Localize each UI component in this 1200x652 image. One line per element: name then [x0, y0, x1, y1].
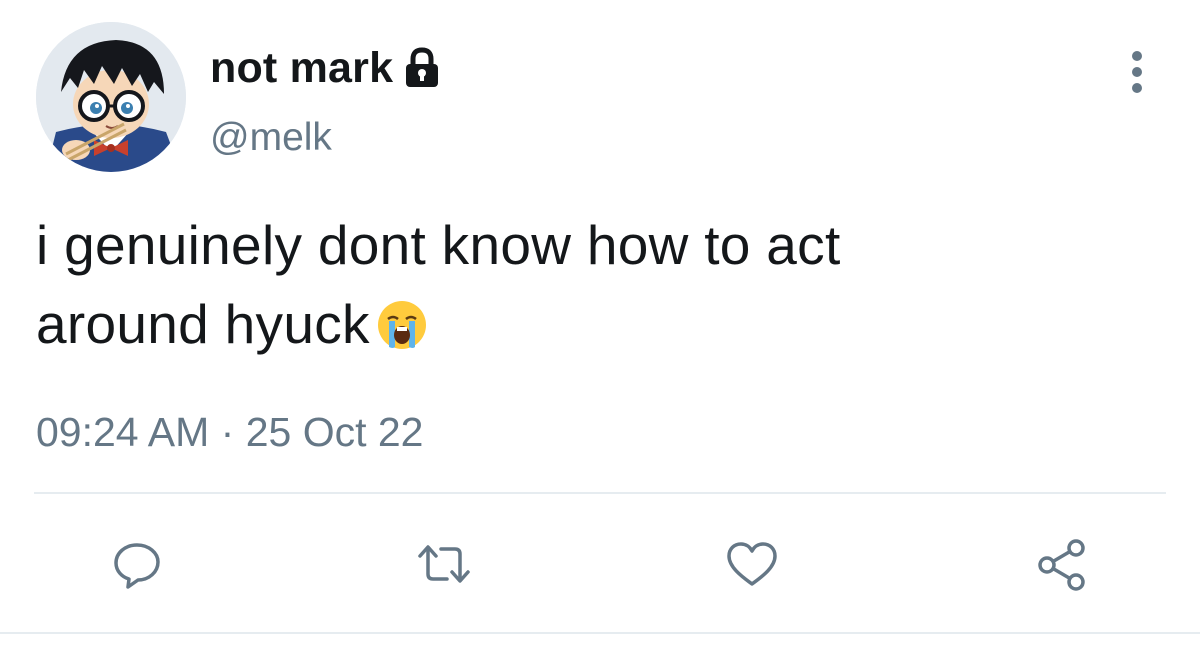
avatar[interactable]	[36, 22, 186, 172]
display-name-row: not mark	[210, 40, 441, 96]
timestamp-separator: ·	[220, 409, 235, 455]
reply-button[interactable]	[105, 532, 169, 596]
retweet-button[interactable]	[412, 532, 476, 596]
tweet-actions-bar	[0, 532, 1200, 596]
more-options-icon[interactable]	[1122, 48, 1152, 96]
tweet-text-line-1: i genuinely dont know how to act	[36, 214, 841, 276]
loudly-crying-face-emoji-icon	[376, 293, 428, 349]
tweet-text-line-2: around hyuck	[36, 285, 1156, 364]
share-icon	[1038, 539, 1085, 591]
display-name[interactable]: not mark	[210, 46, 393, 90]
divider	[34, 492, 1166, 494]
heart-icon	[727, 542, 777, 586]
reply-icon	[114, 543, 160, 589]
anime-avatar-icon	[36, 22, 186, 172]
share-button[interactable]	[1030, 532, 1094, 596]
tweet-time: 09:24 AM	[36, 409, 210, 455]
tweet-text: i genuinely dont know how to act around …	[36, 206, 1156, 364]
tweet-date: 25 Oct 22	[245, 409, 424, 455]
tweet-timestamp[interactable]: 09:24 AM · 25 Oct 22	[36, 412, 423, 453]
tweet-text-line-2-text: around hyuck	[36, 293, 370, 355]
lock-icon	[403, 47, 441, 89]
bottom-divider	[0, 632, 1200, 634]
retweet-icon	[418, 545, 470, 583]
user-handle[interactable]: @melk	[210, 118, 332, 157]
like-button[interactable]	[720, 532, 784, 596]
